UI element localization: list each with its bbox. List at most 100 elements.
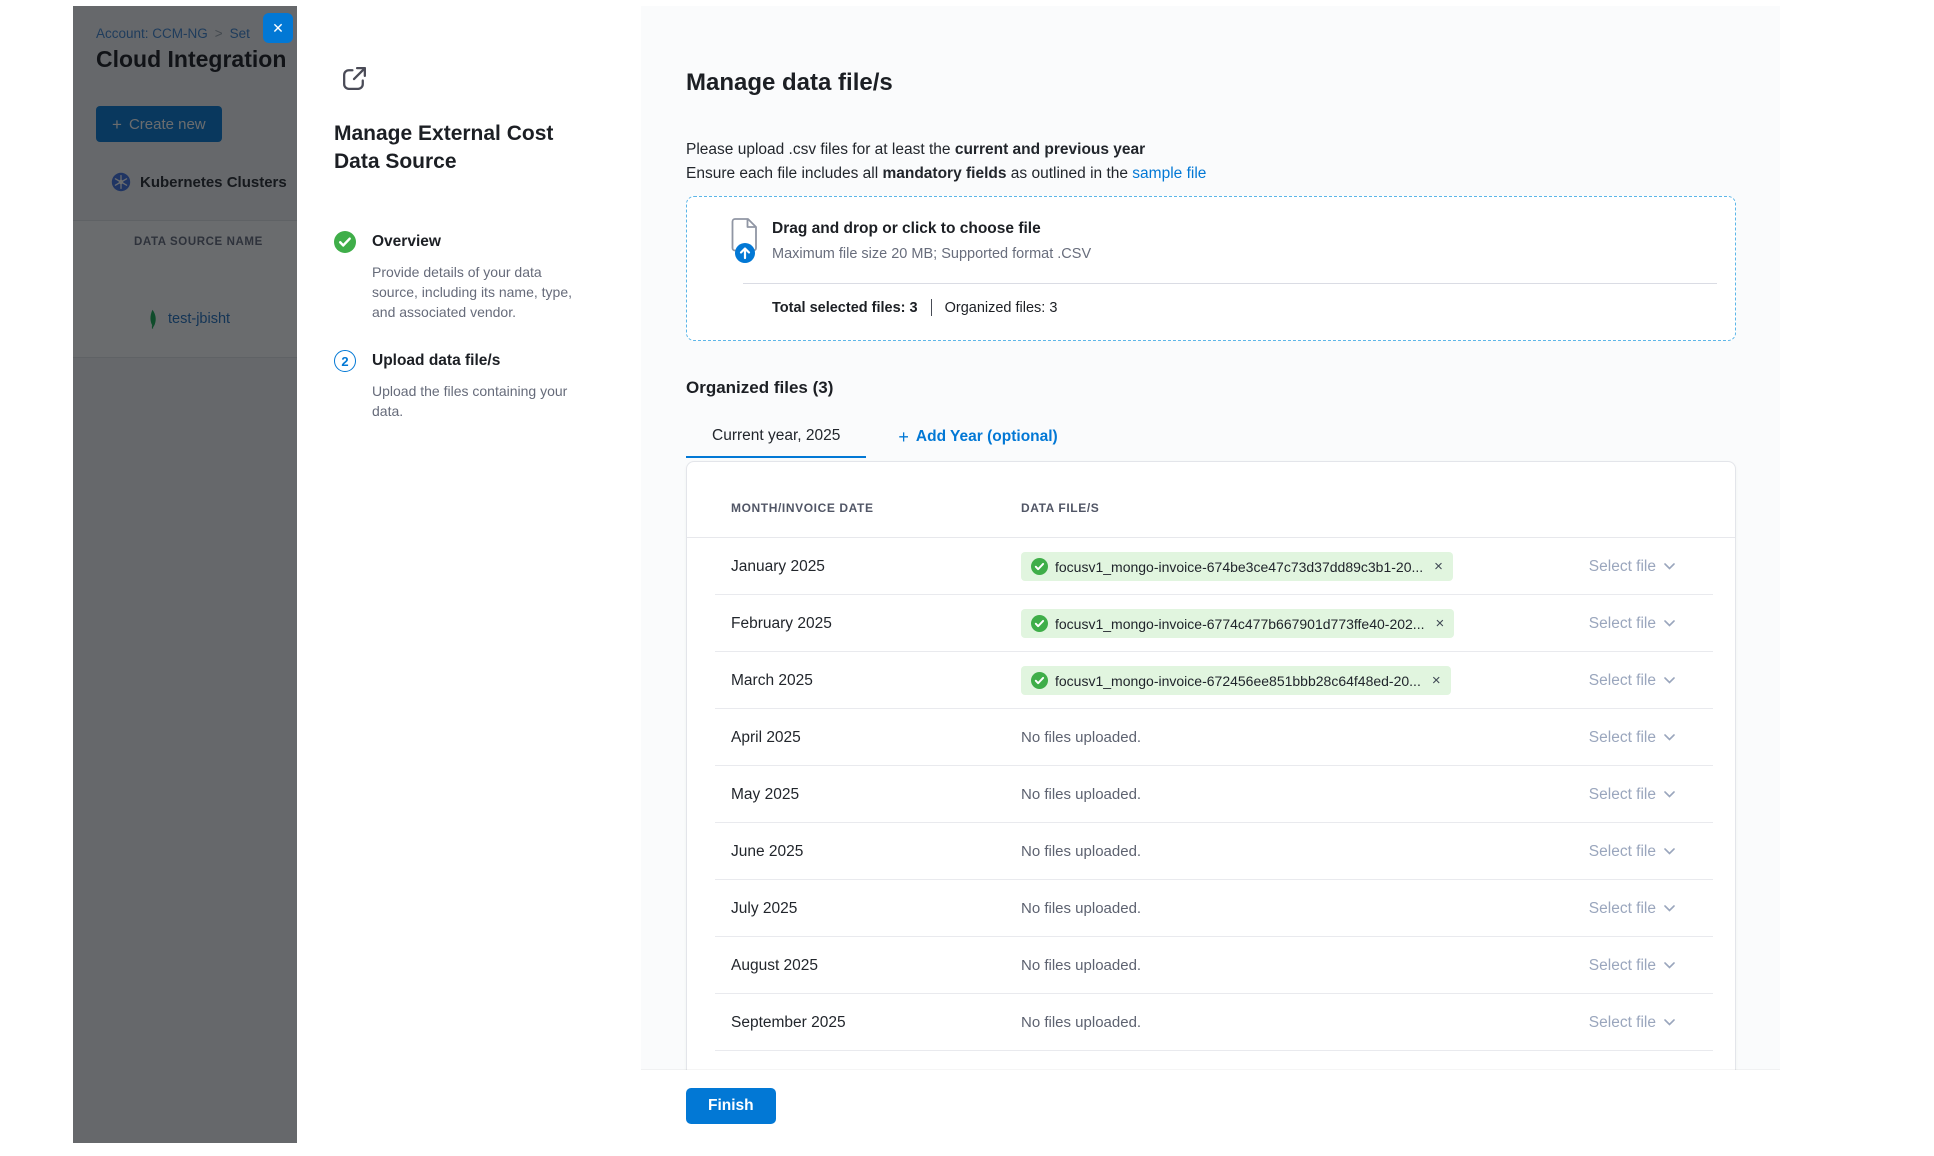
file-uploaded-check-icon — [1031, 615, 1048, 632]
month-label: January 2025 — [731, 558, 1021, 576]
dropzone-stats: Total selected files: 3 Organized files:… — [772, 299, 1057, 316]
column-header-data-files: DATA FILE/S — [1021, 501, 1675, 515]
select-file-cell: Select file — [1589, 558, 1675, 576]
select-file-button[interactable]: Select file — [1589, 1014, 1675, 1032]
select-file-button[interactable]: Select file — [1589, 786, 1675, 804]
step-upload-label: Upload data file/s — [372, 350, 584, 372]
select-file-label: Select file — [1589, 558, 1656, 576]
month-label: February 2025 — [731, 615, 1021, 633]
intro-line2-bold: mandatory fields — [882, 165, 1006, 182]
intro-line1-text: Please upload .csv files for at least th… — [686, 141, 955, 158]
chevron-down-icon — [1664, 1019, 1675, 1026]
dropzone-divider — [743, 283, 1717, 284]
stats-divider — [931, 299, 932, 316]
wizard-step-overview[interactable]: Overview Provide details of your data so… — [334, 231, 613, 322]
file-cell: focusv1_mongo-invoice-674be3ce47c73d37dd… — [1021, 552, 1589, 581]
month-label: August 2025 — [731, 957, 1021, 975]
dropzone-title: Drag and drop or click to choose file — [772, 220, 1041, 238]
organized-files-count: Organized files: 3 — [945, 300, 1058, 316]
remove-file-button[interactable]: × — [1432, 673, 1441, 688]
table-row: March 2025 focusv1_mongo-invoice-672456e… — [687, 652, 1735, 709]
file-chip: focusv1_mongo-invoice-6774c477b667901d77… — [1021, 609, 1454, 638]
no-files-text: No files uploaded. — [1021, 786, 1141, 803]
step-upload-description: Upload the files containing your data. — [372, 381, 584, 421]
select-file-button[interactable]: Select file — [1589, 900, 1675, 918]
file-dropzone[interactable]: Drag and drop or click to choose file Ma… — [686, 196, 1736, 341]
month-label: June 2025 — [731, 843, 1021, 861]
table-row: September 2025No files uploaded.Select f… — [687, 994, 1735, 1051]
select-file-button[interactable]: Select file — [1589, 729, 1675, 747]
finish-button[interactable]: Finish — [686, 1088, 776, 1124]
sample-file-link[interactable]: sample file — [1132, 165, 1206, 182]
drawer-footer: Finish — [641, 1070, 1780, 1143]
wizard-step-upload[interactable]: 2 Upload data file/s Upload the files co… — [334, 350, 613, 421]
panel-title: Manage data file/s — [686, 68, 1736, 98]
add-year-label: Add Year (optional) — [916, 428, 1058, 446]
file-cell: No files uploaded. — [1021, 1014, 1589, 1032]
wizard-steps-panel: Manage External Cost Data Source Overvie… — [297, 6, 641, 1143]
no-files-text: No files uploaded. — [1021, 900, 1141, 917]
select-file-cell: Select file — [1589, 729, 1675, 747]
select-file-cell: Select file — [1589, 843, 1675, 861]
upload-instructions: Please upload .csv files for at least th… — [686, 138, 1736, 186]
table-row: May 2025No files uploaded. Select file — [687, 766, 1735, 823]
table-row: July 2025No files uploaded. Select file — [687, 880, 1735, 937]
dropzone-subtitle: Maximum file size 20 MB; Supported forma… — [772, 246, 1091, 262]
background-page: Account: CCM-NG > Set Cloud Integration … — [73, 6, 297, 1143]
page: Account: CCM-NG > Set Cloud Integration … — [0, 0, 1934, 1156]
table-row: January 2025 focusv1_mongo-invoice-674be… — [687, 538, 1735, 595]
file-name: focusv1_mongo-invoice-6774c477b667901d77… — [1055, 616, 1424, 632]
select-file-button[interactable]: Select file — [1589, 615, 1675, 633]
select-file-button[interactable]: Select file — [1589, 672, 1675, 690]
month-label: April 2025 — [731, 729, 1021, 747]
select-file-button[interactable]: Select file — [1589, 843, 1675, 861]
table-row: June 2025No files uploaded.Select file — [687, 823, 1735, 880]
upload-panel: Manage data file/s Please upload .csv fi… — [641, 6, 1780, 1143]
file-chip: focusv1_mongo-invoice-674be3ce47c73d37dd… — [1021, 552, 1453, 581]
select-file-cell: Select file — [1589, 672, 1675, 690]
file-cell: No files uploaded. — [1021, 957, 1589, 975]
add-year-button[interactable]: + Add Year (optional) — [892, 416, 1063, 458]
remove-file-button[interactable]: × — [1435, 616, 1444, 631]
month-label: March 2025 — [731, 672, 1021, 690]
file-cell: No files uploaded. — [1021, 900, 1589, 918]
upload-file-icon — [725, 216, 767, 264]
chevron-down-icon — [1664, 962, 1675, 969]
step-overview-label: Overview — [372, 231, 584, 253]
month-label: July 2025 — [731, 900, 1021, 918]
select-file-button[interactable]: Select file — [1589, 957, 1675, 975]
select-file-button[interactable]: Select file — [1589, 558, 1675, 576]
file-cell: focusv1_mongo-invoice-6774c477b667901d77… — [1021, 609, 1589, 638]
file-cell: focusv1_mongo-invoice-672456ee851bbb28c6… — [1021, 666, 1589, 695]
select-file-label: Select file — [1589, 900, 1656, 918]
table-row: February 2025 focusv1_mongo-invoice-6774… — [687, 595, 1735, 652]
plus-icon: + — [898, 428, 909, 446]
table-rows: January 2025 focusv1_mongo-invoice-674be… — [687, 538, 1735, 1094]
wizard-title: Manage External Cost Data Source — [334, 120, 576, 176]
select-file-label: Select file — [1589, 615, 1656, 633]
intro-line1-bold: current and previous year — [955, 141, 1145, 158]
total-selected-files: Total selected files: 3 — [772, 300, 918, 316]
remove-file-button[interactable]: × — [1434, 559, 1443, 574]
step-complete-check-icon — [334, 231, 356, 253]
year-tabs: Current year, 2025 + Add Year (optional) — [686, 416, 1736, 458]
close-button[interactable]: ✕ — [263, 13, 293, 43]
launch-icon — [339, 63, 370, 94]
table-header-row: MONTH/INVOICE DATE DATA FILE/S — [687, 462, 1735, 538]
select-file-label: Select file — [1589, 1014, 1656, 1032]
file-name: focusv1_mongo-invoice-674be3ce47c73d37dd… — [1055, 559, 1423, 575]
close-icon: ✕ — [272, 20, 284, 37]
chevron-down-icon — [1664, 620, 1675, 627]
intro-line2-text: Ensure each file includes all — [686, 165, 882, 182]
file-cell: No files uploaded. — [1021, 729, 1589, 747]
month-label: May 2025 — [731, 786, 1021, 804]
select-file-cell: Select file — [1589, 615, 1675, 633]
select-file-label: Select file — [1589, 843, 1656, 861]
table-row: August 2025No files uploaded. Select file — [687, 937, 1735, 994]
chevron-down-icon — [1664, 677, 1675, 684]
no-files-text: No files uploaded. — [1021, 957, 1141, 974]
select-file-label: Select file — [1589, 957, 1656, 975]
file-chip: focusv1_mongo-invoice-672456ee851bbb28c6… — [1021, 666, 1451, 695]
tab-current-year[interactable]: Current year, 2025 — [686, 416, 866, 458]
month-label: September 2025 — [731, 1014, 1021, 1032]
